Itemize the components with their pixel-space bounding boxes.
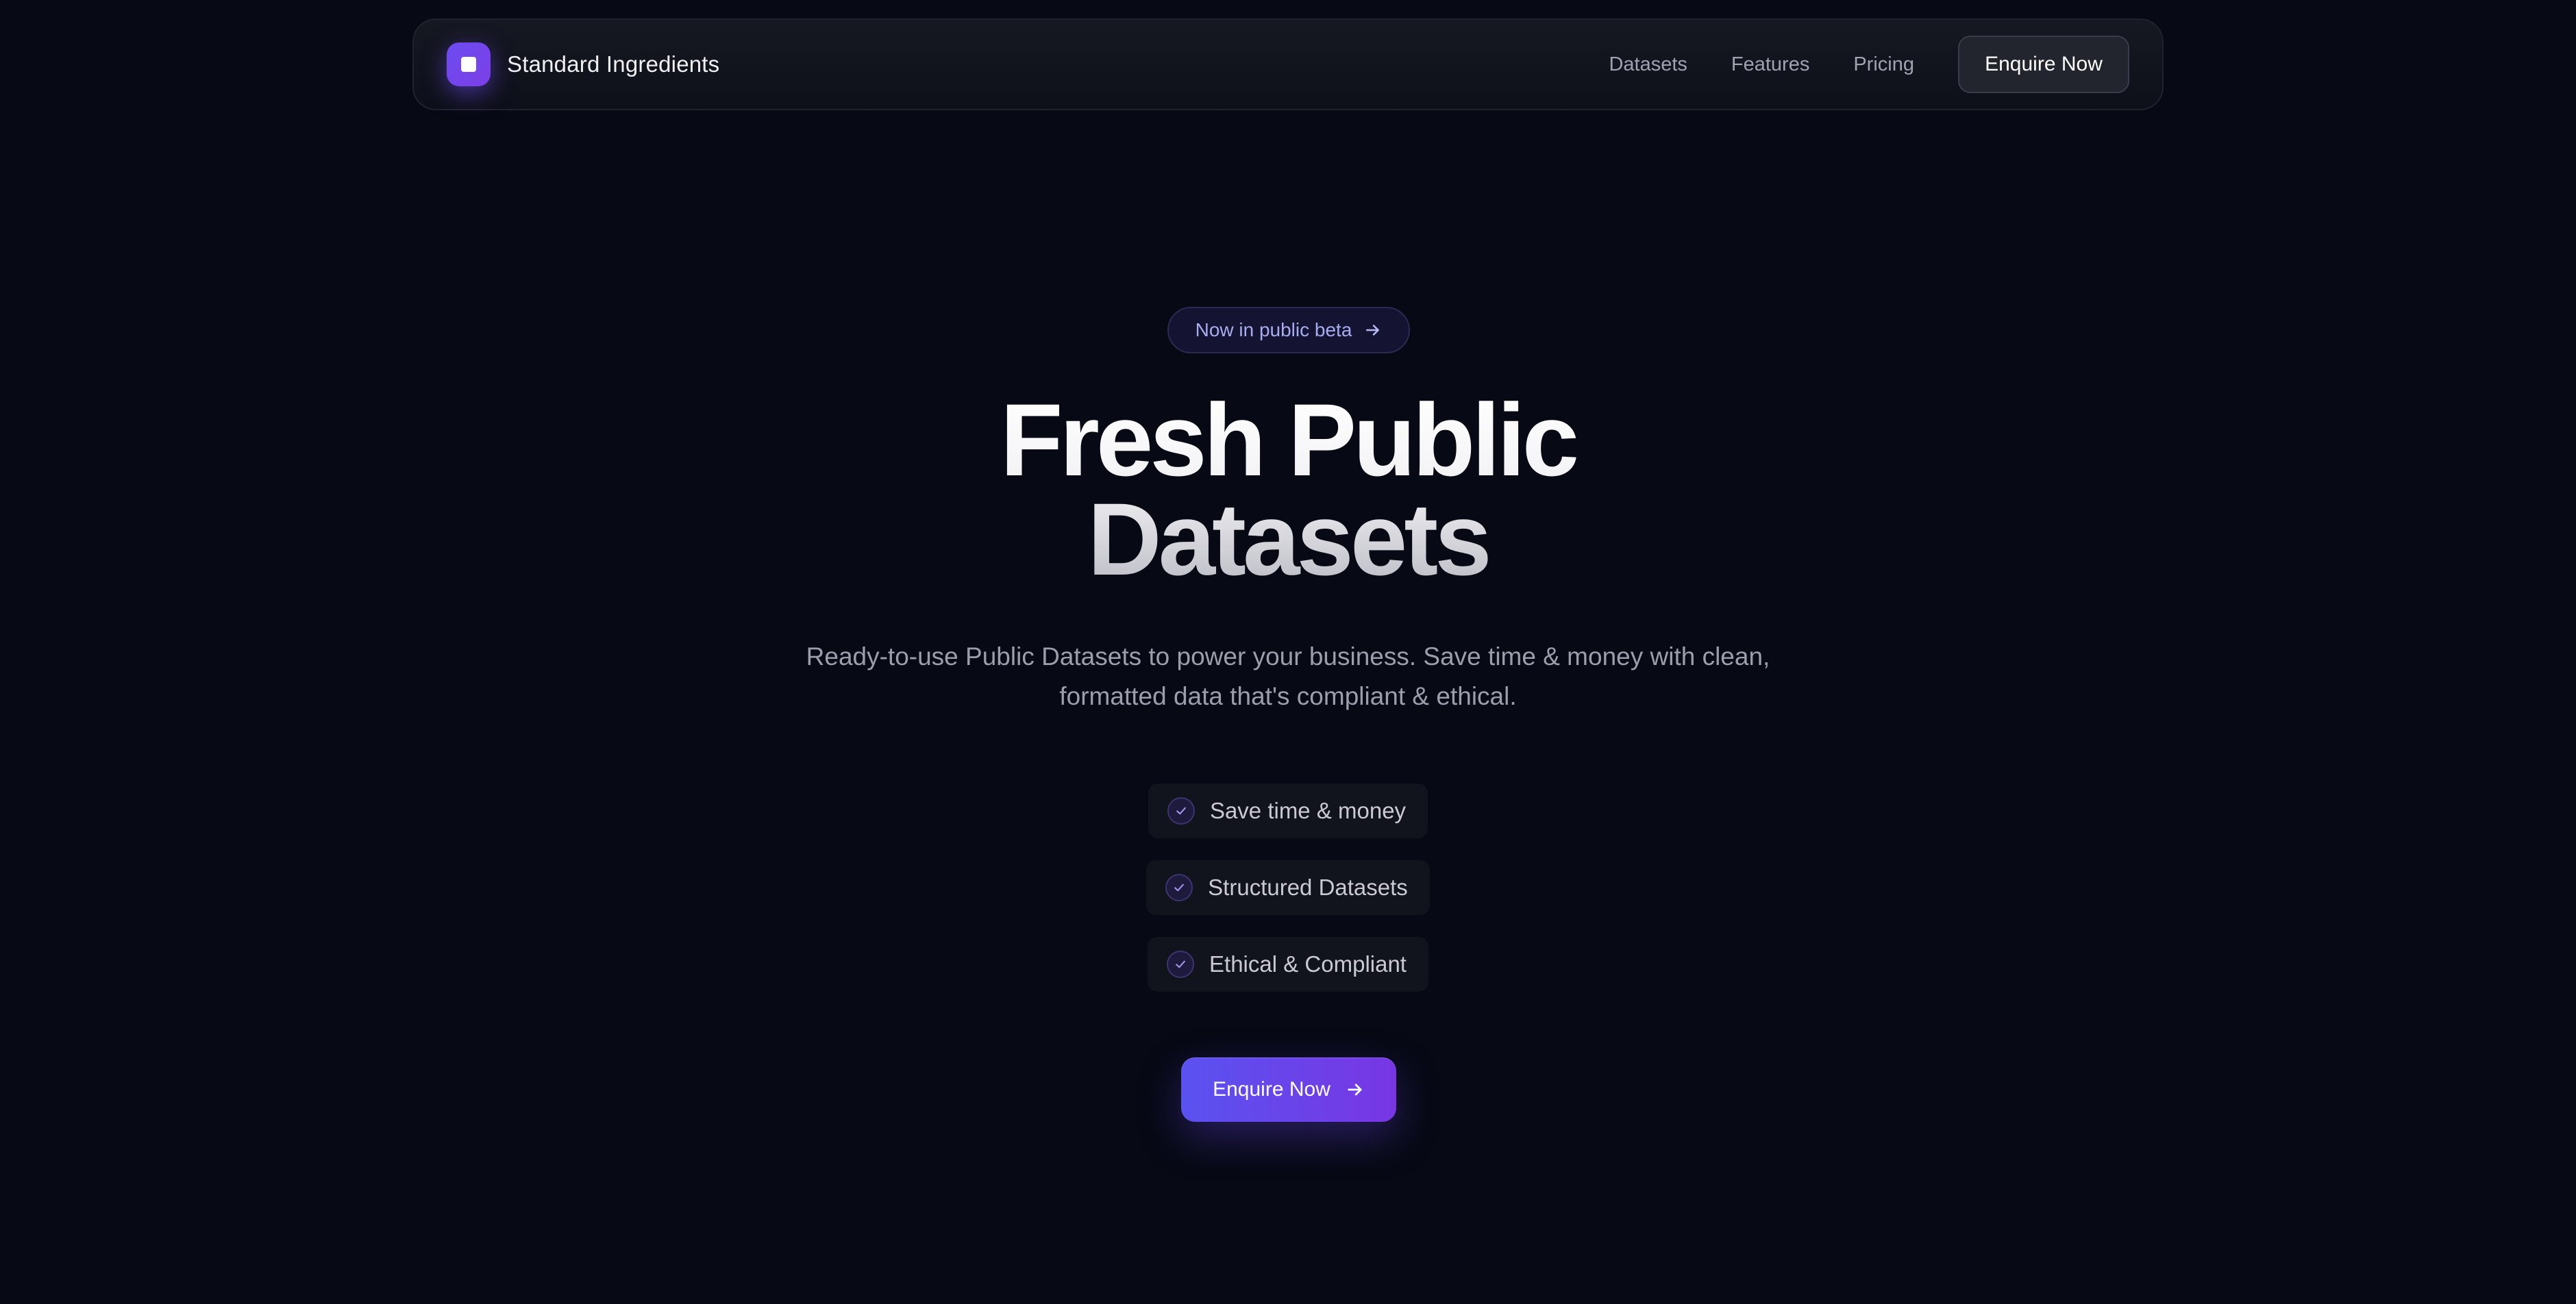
nav-links: Datasets Features Pricing Enquire Now xyxy=(1609,36,2162,93)
logo-icon xyxy=(447,42,491,86)
hero-title-line-1: Fresh Public xyxy=(1000,382,1576,497)
hero-title: Fresh Public Datasets xyxy=(774,390,1802,589)
feature-item: Save time & money xyxy=(1148,783,1428,838)
logo-square xyxy=(461,57,476,72)
brand-name: Standard Ingredients xyxy=(507,51,720,77)
beta-badge-label: Now in public beta xyxy=(1195,319,1352,340)
hero-title-line-2: Datasets xyxy=(1087,481,1489,597)
check-icon xyxy=(1167,951,1195,978)
feature-label: Structured Datasets xyxy=(1208,875,1408,900)
beta-badge[interactable]: Now in public beta xyxy=(1167,307,1410,353)
feature-list: Save time & money Structured Datasets Et… xyxy=(1069,783,1507,1014)
hero-subtitle: Ready-to-use Public Datasets to power yo… xyxy=(806,642,1770,710)
feature-label: Save time & money xyxy=(1209,798,1407,823)
feature-label: Ethical & Compliant xyxy=(1209,951,1407,977)
hero-enquire-label: Enquire Now xyxy=(1213,1078,1330,1101)
top-navbar: Standard Ingredients Datasets Features P… xyxy=(412,18,2164,110)
feature-item: Structured Datasets xyxy=(1146,860,1430,915)
feature-item: Ethical & Compliant xyxy=(1148,937,1428,992)
hero-enquire-button[interactable]: Enquire Now xyxy=(1181,1057,1396,1122)
arrow-right-icon xyxy=(1346,1080,1365,1099)
check-icon xyxy=(1165,874,1193,901)
check-icon xyxy=(1167,797,1195,825)
brand[interactable]: Standard Ingredients xyxy=(447,42,719,86)
nav-link-datasets[interactable]: Datasets xyxy=(1609,53,1687,76)
nav-link-pricing[interactable]: Pricing xyxy=(1853,53,1914,76)
nav-enquire-button[interactable]: Enquire Now xyxy=(1958,36,2129,93)
nav-link-features[interactable]: Features xyxy=(1731,53,1809,76)
arrow-right-icon xyxy=(1364,321,1382,339)
